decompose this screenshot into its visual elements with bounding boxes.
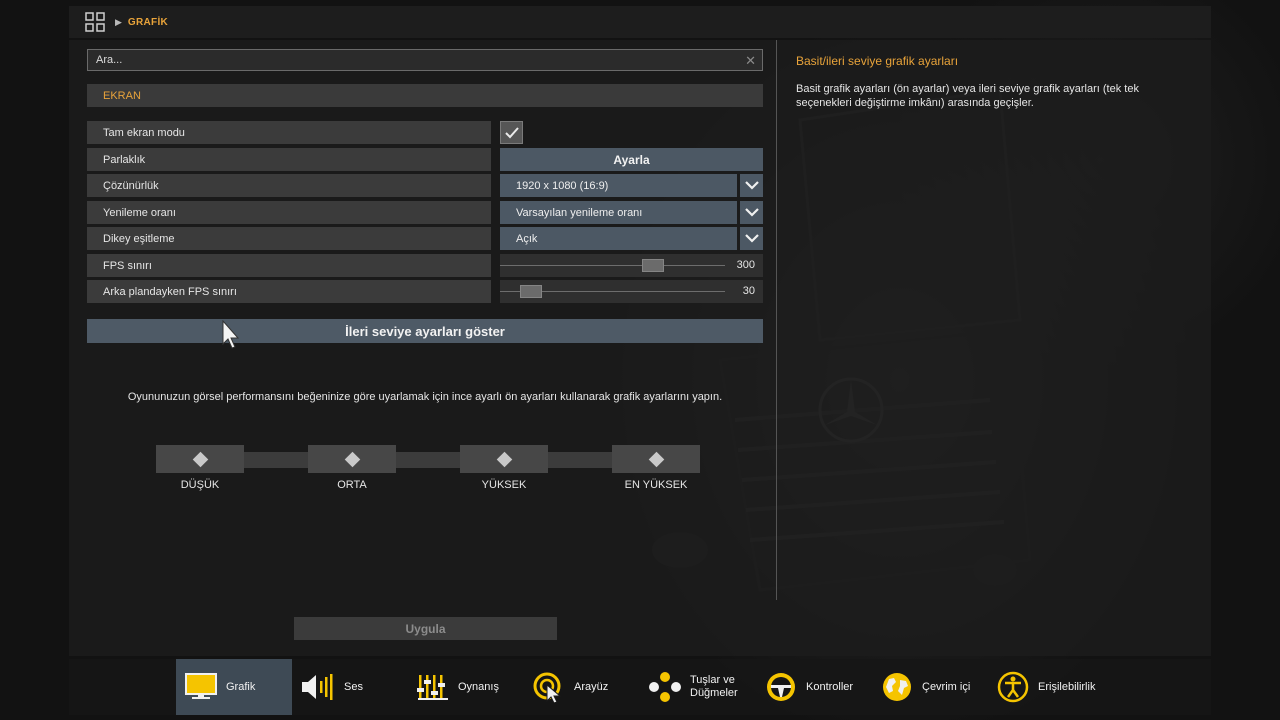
nav-tab-keys-buttons[interactable]: Tuşlar ve Düğmeler (644, 659, 760, 715)
nav-tab-gameplay[interactable]: Oynanış (410, 659, 522, 715)
speaker-icon (302, 674, 333, 700)
preset-connector (548, 452, 612, 468)
apply-button: Uygula (294, 617, 557, 640)
setting-row-resolution: Çözünürlük 1920 x 1080 (16:9) (87, 174, 763, 197)
nav-tab-sound[interactable]: Ses (294, 659, 406, 715)
preset-label-high: YÜKSEK (481, 479, 527, 491)
nav-label: Grafik (226, 680, 256, 693)
grid-menu-icon[interactable] (85, 12, 105, 32)
vsync-dropdown[interactable]: Açık (500, 227, 763, 250)
chevron-down-icon[interactable] (740, 201, 763, 224)
checkmark-icon (504, 126, 519, 138)
mouse-cursor-icon (222, 320, 240, 349)
help-text: Basit grafik ayarları (ön ayarlar) veya … (796, 83, 1139, 109)
cursor-target-icon (533, 672, 562, 703)
nav-label: Ses (344, 680, 363, 693)
preset-description: Oyununuzun görsel performansını beğenini… (127, 391, 723, 403)
diamond-icon (496, 451, 512, 467)
setting-label: Arka plandayken FPS sınırı (87, 280, 491, 303)
slider-thumb[interactable] (520, 285, 542, 298)
monitor-icon (185, 673, 217, 699)
top-bar: ▶ GRAFİK (69, 6, 1211, 38)
setting-label: Yenileme oranı (87, 201, 491, 224)
preset-label-medium: ORTA (337, 479, 367, 491)
nav-label: Arayüz (574, 680, 609, 693)
dropdown-value[interactable]: Varsayılan yenileme oranı (500, 201, 737, 224)
preset-connector (396, 452, 460, 468)
nav-tab-accessibility[interactable]: Erişilebilirlik (996, 659, 1112, 715)
help-title: Basit/ileri seviye grafik ayarları (796, 54, 959, 68)
setting-label: Çözünürlük (87, 174, 491, 197)
fps-limit-slider[interactable]: 300 (500, 254, 763, 277)
setting-row-background-fps-limit: Arka plandayken FPS sınırı 30 (87, 280, 763, 303)
nav-label: Erişilebilirlik (1038, 680, 1096, 693)
slider-value: 30 (742, 285, 755, 297)
setting-row-fps-limit: FPS sınırı 300 (87, 254, 763, 277)
nav-label: Kontroller (806, 680, 854, 693)
chevron-down-icon[interactable] (740, 227, 763, 250)
preset-ultra[interactable] (612, 445, 700, 473)
preset-low[interactable] (156, 445, 244, 473)
setting-label: FPS sınırı (87, 254, 491, 277)
chevron-down-icon[interactable] (740, 174, 763, 197)
slider-value: 300 (736, 259, 755, 271)
nav-tab-controls[interactable]: Kontroller (762, 659, 874, 715)
accessibility-icon (997, 671, 1029, 703)
setting-row-fullscreen: Tam ekran modu (87, 121, 763, 144)
dropdown-value[interactable]: Açık (500, 227, 737, 250)
preset-label-low: DÜŞÜK (180, 479, 220, 491)
sliders-icon (417, 675, 448, 700)
breadcrumb-arrow-icon: ▶ (115, 16, 122, 27)
preset-connector (244, 452, 308, 468)
search-input[interactable] (96, 54, 736, 66)
diamond-icon (648, 451, 664, 467)
fullscreen-checkbox[interactable] (500, 121, 523, 144)
dropdown-value[interactable]: 1920 x 1080 (16:9) (500, 174, 737, 197)
refresh-rate-dropdown[interactable]: Varsayılan yenileme oranı (500, 201, 763, 224)
section-title: EKRAN (103, 89, 141, 102)
preset-high[interactable] (460, 445, 548, 473)
setting-row-refresh-rate: Yenileme oranı Varsayılan yenileme oranı (87, 201, 763, 224)
steering-wheel-icon (767, 673, 795, 701)
nav-label: Oynanış (458, 680, 499, 693)
nav-label: Tuşlar ve Düğmeler (690, 674, 738, 699)
show-advanced-settings-button[interactable]: İleri seviye ayarları göster (87, 319, 763, 343)
brightness-adjust-button[interactable]: Ayarla (500, 148, 763, 171)
setting-row-vsync: Dikey eşitleme Açık (87, 227, 763, 250)
background-fps-limit-slider[interactable]: 30 (500, 280, 763, 303)
clear-search-icon[interactable]: ✕ (745, 53, 756, 69)
preset-medium[interactable] (308, 445, 396, 473)
nav-tab-interface[interactable]: Arayüz (528, 659, 640, 715)
diamond-icon (192, 451, 208, 467)
setting-label: Dikey eşitleme (87, 227, 491, 250)
nav-tab-online[interactable]: Çevrim içi (878, 659, 994, 715)
preset-label-ultra: EN YÜKSEK (624, 479, 688, 491)
resolution-dropdown[interactable]: 1920 x 1080 (16:9) (500, 174, 763, 197)
section-header: EKRAN (87, 84, 763, 107)
slider-track (500, 265, 725, 266)
breadcrumb-current: GRAFİK (127, 16, 169, 28)
slider-thumb[interactable] (642, 259, 664, 272)
diamond-icon (344, 451, 360, 467)
globe-icon (883, 673, 911, 701)
setting-label: Tam ekran modu (87, 121, 491, 144)
setting-row-brightness: Parlaklık Ayarla (87, 148, 763, 171)
nav-label: Çevrim içi (922, 680, 971, 693)
setting-label: Parlaklık (87, 148, 491, 171)
panel-divider (776, 40, 777, 600)
nav-tab-graphics[interactable]: Grafik (176, 659, 292, 715)
gamepad-buttons-icon (649, 672, 681, 702)
search-field[interactable]: ✕ (87, 49, 763, 71)
